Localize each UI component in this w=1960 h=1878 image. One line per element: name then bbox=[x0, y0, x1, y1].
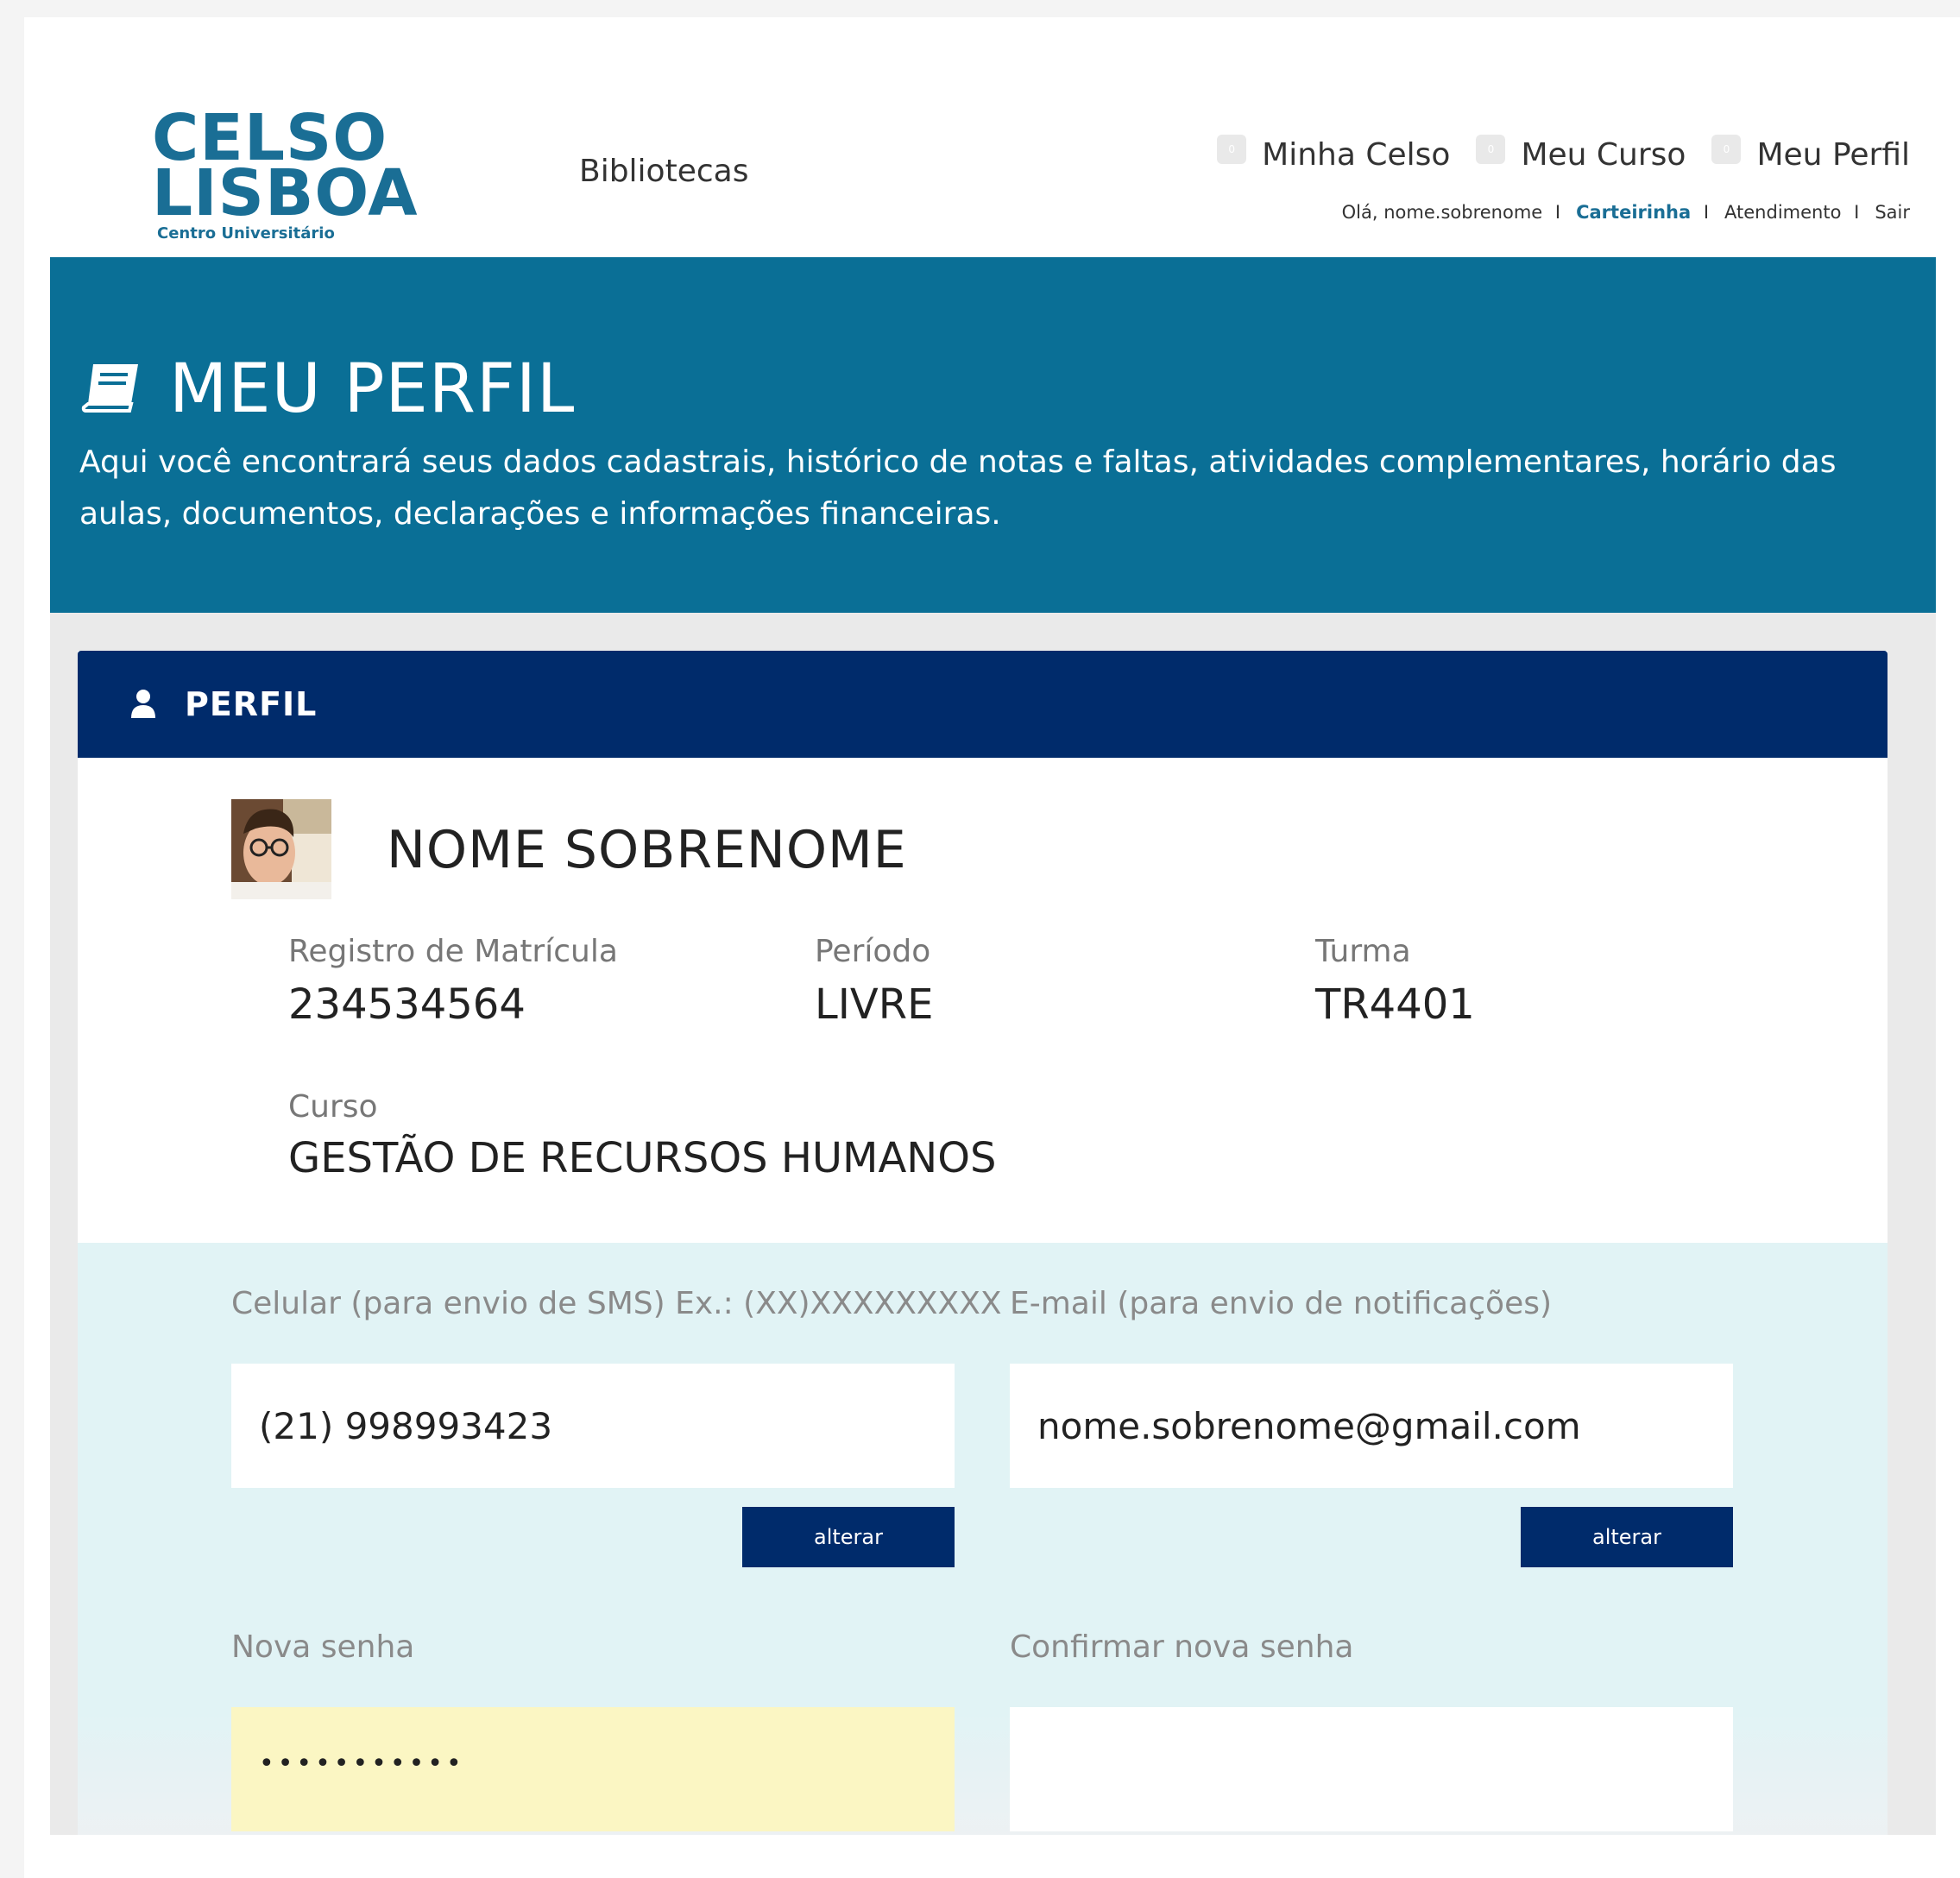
student-name: NOME SOBRENOME bbox=[387, 820, 907, 880]
notification-badge: 0 bbox=[1476, 135, 1506, 164]
profile-section-title: PERFIL bbox=[185, 685, 318, 723]
celso-lisboa-logo[interactable]: CELSO LISBOA Centro Universitário bbox=[152, 106, 419, 243]
nav-label: Meu Perfil bbox=[1756, 137, 1910, 173]
contact-section: Celular (para envio de SMS) Ex.: (XX)XXX… bbox=[78, 1243, 1888, 1835]
user-icon bbox=[131, 690, 155, 718]
nav-label: Meu Curso bbox=[1521, 137, 1686, 173]
page-description: Aqui você encontrará seus dados cadastra… bbox=[79, 444, 1837, 532]
separator: I bbox=[1703, 202, 1710, 223]
confirmar-senha-label: Confirmar nova senha bbox=[1010, 1629, 1354, 1665]
periodo-label: Período bbox=[815, 934, 931, 969]
nav-bibliotecas[interactable]: Bibliotecas bbox=[579, 154, 748, 189]
avatar bbox=[231, 799, 331, 899]
celular-input[interactable] bbox=[231, 1364, 955, 1488]
nova-senha-input[interactable]: ••••••••••• bbox=[231, 1707, 955, 1831]
registro-label: Registro de Matrícula bbox=[288, 934, 618, 969]
email-label: E-mail (para envio de notificações) bbox=[1010, 1286, 1553, 1321]
celular-label: Celular (para envio de SMS) Ex.: (XX)XXX… bbox=[231, 1286, 1002, 1321]
password-mask: ••••••••••• bbox=[259, 1749, 465, 1779]
user-subnav: Olá, nome.sobrenome I Carteirinha I Atendi… bbox=[1333, 202, 1910, 223]
turma-label: Turma bbox=[1315, 934, 1411, 969]
profile-card-header: PERFIL bbox=[78, 651, 1888, 758]
nova-senha-label: Nova senha bbox=[231, 1629, 415, 1665]
page-title: MEU PERFIL bbox=[169, 350, 576, 428]
notification-badge: 0 bbox=[1217, 135, 1247, 164]
email-input[interactable] bbox=[1010, 1364, 1733, 1488]
periodo-value: LIVRE bbox=[815, 980, 934, 1029]
nav-label: Minha Celso bbox=[1262, 137, 1451, 173]
logo-line-2: LISBOA bbox=[152, 156, 419, 230]
top-navigation: 0 Minha Celso 0 Meu Curso 0 Meu Perfil bbox=[1191, 131, 1910, 180]
link-atendimento[interactable]: Atendimento bbox=[1724, 202, 1841, 223]
link-carteirinha[interactable]: Carteirinha bbox=[1576, 202, 1691, 223]
hero-banner: MEU PERFIL Aqui você encontrará seus dad… bbox=[50, 257, 1936, 613]
user-greeting: Olá, nome.sobrenome bbox=[1341, 202, 1543, 223]
book-icon bbox=[81, 364, 138, 413]
alterar-email-button[interactable]: alterar bbox=[1521, 1507, 1733, 1567]
nav-minha-celso[interactable]: 0 Minha Celso bbox=[1217, 131, 1450, 180]
confirmar-senha-input[interactable] bbox=[1010, 1707, 1733, 1831]
registro-value: 234534564 bbox=[288, 980, 526, 1029]
nav-meu-curso[interactable]: 0 Meu Curso bbox=[1476, 131, 1686, 180]
curso-value: GESTÃO DE RECURSOS HUMANOS bbox=[288, 1134, 997, 1182]
turma-value: TR4401 bbox=[1315, 980, 1475, 1029]
curso-label: Curso bbox=[288, 1089, 378, 1125]
profile-card: PERFIL NOME SOBRENOME Registro de Matríc… bbox=[78, 651, 1888, 1835]
separator: I bbox=[1554, 202, 1561, 223]
notification-badge: 0 bbox=[1711, 135, 1742, 164]
alterar-celular-button[interactable]: alterar bbox=[742, 1507, 955, 1567]
nav-meu-perfil[interactable]: 0 Meu Perfil bbox=[1711, 131, 1910, 180]
separator: I bbox=[1854, 202, 1860, 223]
link-sair[interactable]: Sair bbox=[1875, 202, 1910, 223]
avatar-photo bbox=[231, 799, 331, 899]
